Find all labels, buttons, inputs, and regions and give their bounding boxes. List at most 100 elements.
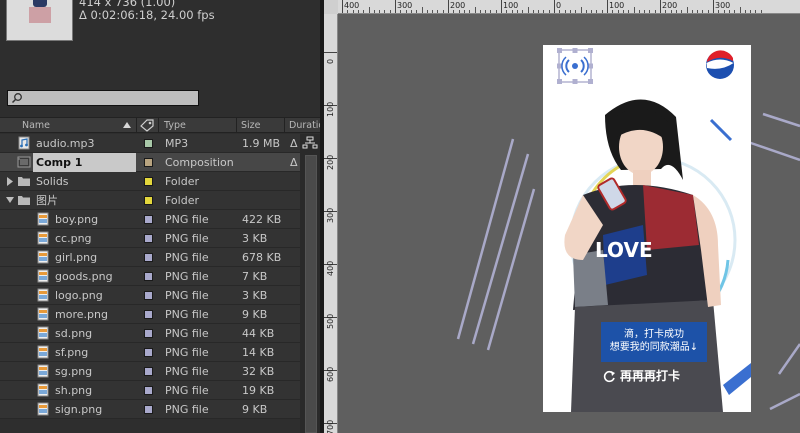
composition-icon: [17, 156, 31, 168]
ruler-minor-tick: [410, 10, 412, 13]
ruler-minor-tick: [686, 7, 688, 13]
ruler-minor-tick: [511, 10, 513, 13]
label-color-swatch[interactable]: [144, 196, 153, 205]
ruler-minor-tick: [734, 10, 736, 13]
ruler-minor-tick: [379, 10, 381, 13]
project-item-row[interactable]: girl.png PNG file 678 KB: [0, 248, 300, 267]
item-name[interactable]: sg.png: [52, 362, 136, 381]
ruler-minor-tick: [665, 10, 667, 13]
item-type: PNG file: [165, 270, 209, 283]
project-item-row[interactable]: goods.png PNG file 7 KB: [0, 267, 300, 286]
label-color-swatch[interactable]: [144, 177, 153, 186]
disclosure-open-icon[interactable]: [6, 196, 14, 205]
project-item-row[interactable]: audio.mp3MP31.9 MBΔ 0: [0, 134, 308, 153]
item-name[interactable]: sd.png: [52, 324, 136, 343]
item-type: PNG file: [165, 308, 209, 321]
label-color-swatch[interactable]: [144, 405, 153, 414]
column-size-header[interactable]: Size: [241, 120, 261, 131]
label-color-swatch[interactable]: [144, 310, 153, 319]
project-item-row[interactable]: more.png PNG file 9 KB: [0, 305, 300, 324]
project-item-row[interactable]: boy.png PNG file 422 KB: [0, 210, 300, 229]
ruler-minor-tick: [585, 10, 587, 13]
item-name[interactable]: 图片: [33, 191, 136, 210]
item-size: 32 KB: [242, 365, 275, 378]
ruler-tick: [713, 0, 714, 13]
item-name[interactable]: sh.png: [52, 381, 136, 400]
flowchart-icon[interactable]: [302, 136, 318, 150]
ruler-minor-tick: [633, 7, 635, 13]
column-name-header[interactable]: Name: [22, 120, 50, 131]
ruler-minor-tick: [474, 7, 476, 13]
label-color-swatch[interactable]: [144, 348, 153, 357]
ruler-minor-tick: [485, 10, 487, 13]
item-name[interactable]: girl.png: [52, 248, 136, 267]
sort-ascending-icon[interactable]: [122, 121, 132, 129]
png-file-icon: [37, 364, 49, 378]
png-file-icon: [37, 231, 49, 245]
project-panel: 414 x 736 (1.00) Δ 0:02:06:18, 24.00 fps…: [0, 0, 330, 433]
ruler-tick: [395, 0, 396, 13]
label-tag-icon[interactable]: [140, 119, 154, 132]
checkin-message-box[interactable]: 滴，打卡成功 想要我的同款潮品↓: [601, 322, 707, 362]
item-type: Composition: [165, 156, 234, 169]
label-color-swatch[interactable]: [144, 215, 153, 224]
ruler-tick: [607, 0, 608, 13]
item-type: PNG file: [165, 232, 209, 245]
item-type: PNG file: [165, 289, 209, 302]
project-item-row[interactable]: sg.png PNG file 32 KB: [0, 362, 300, 381]
ruler-minor-tick: [373, 10, 375, 13]
ruler-minor-tick: [628, 10, 630, 13]
label-color-swatch[interactable]: [144, 386, 153, 395]
label-color-swatch[interactable]: [144, 367, 153, 376]
project-item-row[interactable]: sd.png PNG file 44 KB: [0, 324, 300, 343]
project-item-row[interactable]: sh.png PNG file 19 KB: [0, 381, 300, 400]
item-name[interactable]: Comp 1: [33, 153, 136, 172]
ruler-minor-tick: [569, 10, 571, 13]
composition-viewer[interactable]: 400 300 200 100 0 100 200 300 0 100 200 300 400 500 6…: [324, 0, 800, 433]
ruler-minor-tick: [538, 10, 540, 13]
item-name[interactable]: audio.mp3: [33, 134, 136, 153]
item-name[interactable]: goods.png: [52, 267, 136, 286]
png-file-icon: [37, 269, 49, 283]
project-item-row[interactable]: Comp 1CompositionΔ 0: [0, 153, 308, 172]
audio-file-icon: [18, 136, 30, 150]
project-item-row[interactable]: 图片 Folder: [0, 191, 300, 210]
project-item-row[interactable]: logo.png PNG file 3 KB: [0, 286, 300, 305]
ruler-tick: [501, 0, 502, 13]
ruler-minor-tick: [479, 10, 481, 13]
item-name[interactable]: sf.png: [52, 343, 136, 362]
item-name[interactable]: cc.png: [52, 229, 136, 248]
ruler-minor-tick: [469, 10, 471, 13]
label-color-swatch[interactable]: [144, 253, 153, 262]
project-item-row[interactable]: sf.png PNG file 14 KB: [0, 343, 300, 362]
label-color-swatch[interactable]: [144, 329, 153, 338]
project-search-input[interactable]: [7, 90, 199, 106]
column-type-header[interactable]: Type: [164, 120, 186, 131]
ruler-corner: [324, 0, 338, 14]
ruler-label: 300: [326, 207, 335, 223]
ruler-minor-tick: [638, 10, 640, 13]
item-name[interactable]: logo.png: [52, 286, 136, 305]
ruler-minor-tick: [601, 10, 603, 13]
item-name[interactable]: boy.png: [52, 210, 136, 229]
label-color-swatch[interactable]: [144, 234, 153, 243]
ruler-label: 0: [556, 1, 562, 10]
comp-canvas-frame[interactable]: LOVE 滴，打卡成功 想要我的同款潮品↓ 再再再打卡: [543, 45, 751, 412]
retry-checkin-button[interactable]: 再再再打卡: [603, 367, 713, 385]
project-item-row[interactable]: sign.png PNG file 9 KB: [0, 400, 300, 419]
label-color-swatch[interactable]: [144, 291, 153, 300]
item-name[interactable]: sign.png: [52, 400, 136, 419]
item-name[interactable]: more.png: [52, 305, 136, 324]
item-name[interactable]: Solids: [33, 172, 136, 191]
label-color-swatch[interactable]: [144, 139, 153, 148]
project-item-row[interactable]: cc.png PNG file 3 KB: [0, 229, 300, 248]
label-color-swatch[interactable]: [144, 158, 153, 167]
ruler-minor-tick: [532, 10, 534, 13]
ruler-minor-tick: [670, 10, 672, 13]
item-size: 7 KB: [242, 270, 268, 283]
project-item-row[interactable]: Solids Folder: [0, 172, 300, 191]
ruler-tick: [342, 0, 343, 13]
disclosure-closed-icon[interactable]: [6, 177, 14, 186]
label-color-swatch[interactable]: [144, 272, 153, 281]
scrollbar-thumb[interactable]: [305, 155, 317, 433]
